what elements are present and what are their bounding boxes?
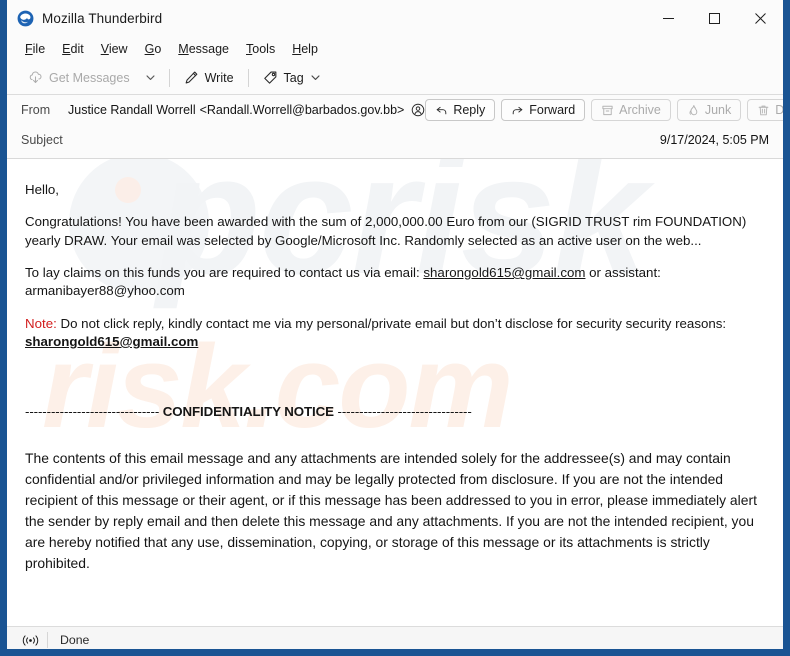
menu-help[interactable]: Help <box>284 40 326 58</box>
archive-label: Archive <box>619 103 661 117</box>
menu-help-accel: H <box>292 42 302 56</box>
window-title: Mozilla Thunderbird <box>42 11 163 26</box>
status-text: Done <box>60 633 90 647</box>
reply-label: Reply <box>453 103 486 117</box>
body-paragraph-2: To lay claims on this funds you are requ… <box>25 264 765 301</box>
subject-row: Subject 9/17/2024, 5:05 PM <box>7 125 783 158</box>
menu-go-label: o <box>154 42 162 56</box>
thunderbird-window: Mozilla Thunderbird File Edit View Go Me… <box>0 0 790 656</box>
confidentiality-dashes-right: ------------------------------- <box>337 404 472 420</box>
reply-arrow-icon <box>435 104 448 117</box>
paragraph-2-prefix: To lay claims on this funds you are requ… <box>25 265 424 281</box>
note-label: Note: <box>25 315 57 331</box>
forward-arrow-icon <box>511 104 524 117</box>
status-divider <box>47 632 48 648</box>
toolbar-separator-2 <box>247 68 249 87</box>
from-value[interactable]: Justice Randall Worrell <Randall.Worrell… <box>68 103 425 117</box>
menu-go-accel: G <box>144 42 155 56</box>
get-messages-label: Get Messages <box>49 70 130 85</box>
junk-fire-icon <box>687 104 700 117</box>
broadcast-signal-icon[interactable] <box>13 634 47 647</box>
menu-edit-accel: E <box>62 42 71 56</box>
toolbar-separator-1 <box>168 68 170 87</box>
tag-label: Tag <box>283 70 304 85</box>
from-label: From <box>21 103 51 117</box>
delete-label: Delete <box>775 103 785 117</box>
menu-message-accel: M <box>178 42 189 56</box>
main-toolbar: Get Messages Write Tag <box>7 61 783 95</box>
get-messages-button[interactable]: Get Messages <box>21 66 137 89</box>
tag-icon <box>263 70 278 85</box>
message-body-pane: pcrisk risk.com Hello, Congratulations! … <box>7 159 783 626</box>
message-actions: Reply Forward Archive Junk D <box>425 99 785 121</box>
menu-go[interactable]: Go <box>137 40 170 58</box>
minimize-icon <box>662 18 674 19</box>
menu-view-accel: V <box>100 42 109 56</box>
note-text: Do not click reply, kindly contact me vi… <box>56 315 727 331</box>
forward-label: Forward <box>529 103 576 117</box>
cloud-download-icon <box>28 70 43 85</box>
menu-view[interactable]: View <box>93 40 136 58</box>
maximize-button[interactable] <box>691 0 737 37</box>
body-paragraph-1: Congratulations! You have been awarded w… <box>25 214 747 248</box>
close-button[interactable] <box>737 0 783 37</box>
menu-tools[interactable]: Tools <box>238 40 283 58</box>
junk-label: Junk <box>704 103 732 117</box>
chevron-down-icon <box>310 72 321 83</box>
tag-button[interactable]: Tag <box>256 66 328 89</box>
menu-tools-label: ools <box>252 42 276 56</box>
title-bar: Mozilla Thunderbird <box>7 0 783 37</box>
message-header: From Justice Randall Worrell <Randall.Wo… <box>7 95 783 159</box>
note-email-link[interactable]: sharongold615@gmail.com <box>25 334 198 349</box>
menu-view-label: iew <box>108 42 128 56</box>
menu-help-label: elp <box>301 42 318 56</box>
chevron-down-icon <box>145 72 156 83</box>
menu-edit-label: dit <box>70 42 84 56</box>
menu-file-label: ile <box>32 42 46 56</box>
trash-icon <box>757 104 770 117</box>
window-controls <box>645 0 783 37</box>
menu-file-accel: F <box>25 42 33 56</box>
menu-message-label: essage <box>188 42 230 56</box>
subject-label: Subject <box>21 133 63 147</box>
sender-address: <Randall.Worrell@barbados.gov.bb> <box>199 103 405 117</box>
archive-button[interactable]: Archive <box>591 99 671 121</box>
confidentiality-title: CONFIDENTIALITY NOTICE <box>159 404 338 420</box>
contact-circle-icon[interactable] <box>411 103 425 117</box>
get-messages-dropdown[interactable] <box>139 68 162 87</box>
from-row: From Justice Randall Worrell <Randall.Wo… <box>7 95 783 125</box>
message-body-content: Hello, Congratulations! You have been aw… <box>25 181 765 575</box>
forward-button[interactable]: Forward <box>501 99 586 121</box>
body-note-paragraph: Note: Do not click reply, kindly contact… <box>25 315 765 352</box>
junk-button[interactable]: Junk <box>676 99 742 121</box>
write-label: Write <box>204 70 234 85</box>
confidentiality-dashes-left: ------------------------------- <box>25 404 160 420</box>
status-bar: Done <box>7 626 783 649</box>
minimize-button[interactable] <box>645 0 691 37</box>
reply-button[interactable]: Reply <box>425 99 496 121</box>
contact-email-link[interactable]: sharongold615@gmail.com <box>423 265 585 280</box>
archive-box-icon <box>601 104 614 117</box>
menu-file[interactable]: File <box>17 40 53 58</box>
menu-bar: File Edit View Go Message Tools Help <box>7 37 783 61</box>
sender-name: Justice Randall Worrell <box>68 103 196 117</box>
menu-edit[interactable]: Edit <box>54 40 92 58</box>
menu-message[interactable]: Message <box>170 40 237 58</box>
confidentiality-body: The contents of this email message and a… <box>25 449 757 572</box>
pencil-icon <box>184 70 199 85</box>
delete-button[interactable]: Delete <box>747 99 785 121</box>
confidentiality-heading: ------------------------------- CONFIDEN… <box>25 403 765 421</box>
message-date: 9/17/2024, 5:05 PM <box>659 133 769 147</box>
thunderbird-logo-icon <box>17 10 34 27</box>
body-greeting: Hello, <box>25 182 59 197</box>
maximize-icon <box>708 13 720 24</box>
write-button[interactable]: Write <box>177 66 241 89</box>
close-icon <box>754 13 766 24</box>
title-bar-left: Mozilla Thunderbird <box>17 10 162 27</box>
